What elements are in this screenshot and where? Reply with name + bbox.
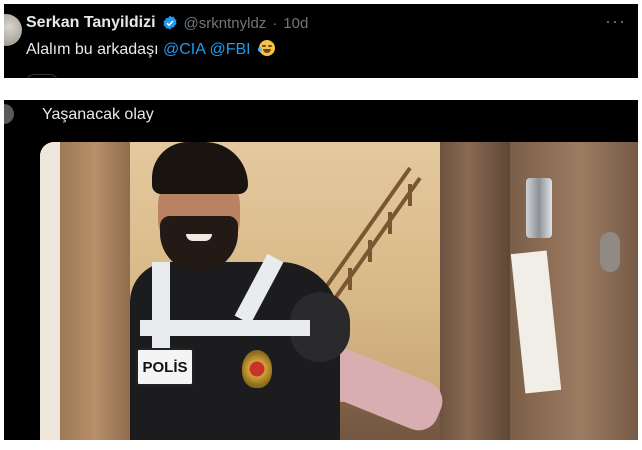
author-name[interactable]: Serkan Tanyildizi (26, 14, 156, 32)
vest-reflective-strip (140, 320, 310, 336)
author-handle[interactable]: @srkntnyldz (184, 15, 267, 32)
inner-door (440, 142, 510, 440)
polis-patch: POLİS (136, 348, 194, 386)
mention-fbi[interactable]: @FBI (209, 41, 250, 58)
page-bottom-margin (0, 440, 642, 450)
more-options-icon[interactable]: ··· (605, 12, 626, 30)
tweet-card[interactable]: Serkan Tanyildizi @srkntnyldz · 10d ··· … (4, 4, 638, 78)
author-avatar[interactable] (4, 14, 22, 46)
door-lock-icon (600, 232, 620, 272)
video-frame[interactable]: POLİS (40, 142, 638, 440)
meme-caption: Yaşanacak olay (42, 106, 154, 123)
police-officer: POLİS (130, 142, 449, 440)
verified-badge-icon (162, 15, 177, 30)
meta-separator: · (272, 14, 278, 32)
officer-smile (186, 234, 212, 241)
tweet-header: Serkan Tanyildizi @srkntnyldz · 10d (26, 14, 308, 32)
door-jamb (60, 142, 130, 440)
face-with-tears-of-joy-icon (258, 40, 276, 56)
meme-image[interactable]: Yaşanacak olay POLİS (4, 100, 638, 440)
tweet-text: Alalım bu arkadaşı @CIA @FBI (26, 40, 276, 59)
meme-avatar (4, 104, 14, 124)
door-handle-icon (526, 178, 552, 238)
tweet-timestamp[interactable]: 10d (283, 15, 308, 32)
officer-hair (152, 142, 248, 194)
mention-cia[interactable]: @CIA (163, 41, 205, 58)
reply-thread-line (26, 74, 58, 78)
tweet-text-body: Alalım bu arkadaşı (26, 41, 159, 58)
police-badge-icon (242, 350, 272, 388)
